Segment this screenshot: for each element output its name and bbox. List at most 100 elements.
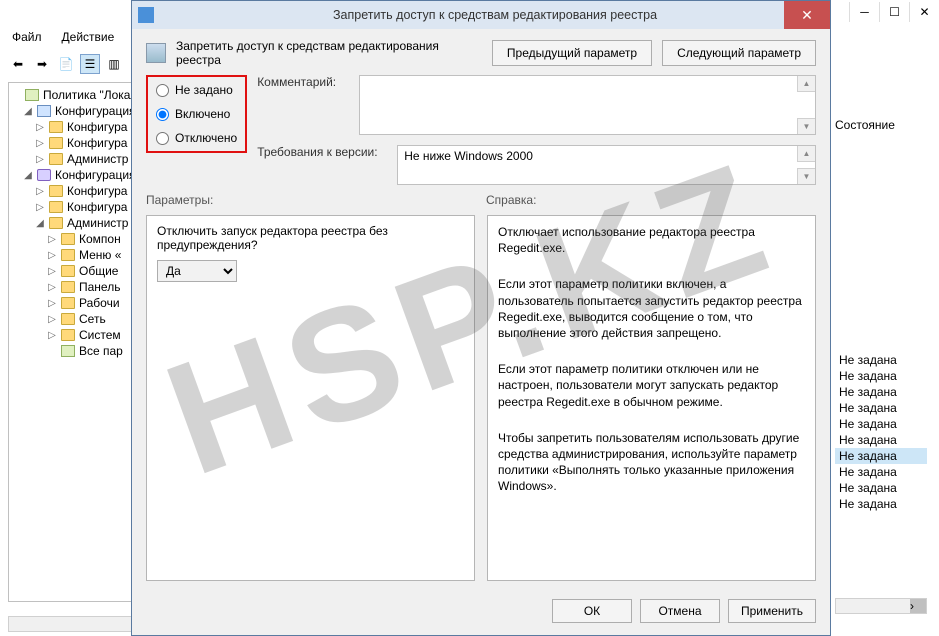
previous-button[interactable]: Предыдущий параметр (492, 40, 652, 66)
list-item[interactable]: Не задана (835, 464, 927, 480)
list-icon[interactable]: ☰ (80, 54, 100, 74)
horizontal-scrollbar[interactable]: › (835, 598, 927, 614)
minimize-icon[interactable]: ─ (849, 2, 879, 22)
folder-icon (61, 329, 75, 341)
tree-label: Общие (79, 264, 118, 278)
policy-icon (146, 43, 166, 63)
folder-icon (49, 121, 63, 133)
option-question: Отключить запуск редактора реестра без п… (157, 224, 464, 252)
list-item[interactable]: Не задана (835, 368, 927, 384)
close-icon[interactable]: ✕ (909, 2, 939, 22)
dialog-title: Запретить доступ к средствам редактирова… (160, 8, 830, 22)
tree-label: Конфигура (67, 136, 127, 150)
folder-icon (61, 281, 75, 293)
requirement-label: Требования к версии: (257, 145, 387, 159)
tree-label: Конфигура (67, 200, 127, 214)
next-button[interactable]: Следующий параметр (662, 40, 816, 66)
policy-icon (25, 89, 39, 101)
tree-label: Конфигурация (55, 168, 136, 182)
tree-label: Компон (79, 232, 121, 246)
radio-input[interactable] (156, 108, 169, 121)
folder-icon (49, 137, 63, 149)
folder-icon (61, 233, 75, 245)
radio-label: Отключено (175, 131, 237, 145)
radio-enabled[interactable]: Включено (156, 107, 237, 121)
scroll-up-icon[interactable]: ▲ (797, 76, 815, 92)
tree-label: Панель (79, 280, 120, 294)
tree-label: Меню « (79, 248, 121, 262)
tree-label: Все пар (79, 344, 123, 358)
cancel-button[interactable]: Отмена (640, 599, 720, 623)
menubar: Файл Действие (8, 28, 118, 46)
up-icon[interactable]: 📄 (56, 54, 76, 74)
tree-label: Конфигура (67, 184, 127, 198)
radio-label: Не задано (175, 83, 233, 97)
folder-icon (61, 313, 75, 325)
app-icon (138, 7, 154, 23)
scroll-down-icon[interactable]: ▼ (797, 118, 815, 134)
help-paragraph: Если этот параметр политики отключен или… (498, 361, 805, 410)
tree-label: Политика "Локал (43, 88, 137, 102)
list-item[interactable]: Не задана (835, 400, 927, 416)
requirement-box: Не ниже Windows 2000 ▲ ▼ (397, 145, 816, 185)
computer-icon (37, 105, 51, 117)
folder-icon (49, 201, 63, 213)
tree-label: Администр (67, 216, 128, 230)
folder-icon (49, 153, 63, 165)
folder-icon (61, 297, 75, 309)
options-panel: Отключить запуск редактора реестра без п… (146, 215, 475, 581)
toolbar: ⬅ ➡ 📄 ☰ ▥ (8, 50, 124, 78)
help-paragraph: Чтобы запретить пользователям использова… (498, 430, 805, 495)
folder-icon (61, 249, 75, 261)
list-item[interactable]: Не задана (835, 352, 927, 368)
radio-label: Включено (175, 107, 230, 121)
back-icon[interactable]: ⬅ (8, 54, 28, 74)
radio-input[interactable] (156, 132, 169, 145)
state-list: Не задана Не задана Не задана Не задана … (835, 352, 927, 512)
column-header-state[interactable]: Состояние (835, 118, 927, 132)
policy-name: Запретить доступ к средствам редактирова… (176, 39, 482, 67)
user-icon (37, 169, 51, 181)
requirement-value: Не ниже Windows 2000 (398, 146, 815, 166)
filter-icon[interactable]: ▥ (104, 54, 124, 74)
forward-icon[interactable]: ➡ (32, 54, 52, 74)
list-item[interactable]: Не задана (835, 496, 927, 512)
help-label: Справка: (486, 193, 816, 207)
radio-not-configured[interactable]: Не задано (156, 83, 237, 97)
menu-file[interactable]: Файл (8, 28, 46, 46)
menu-action[interactable]: Действие (58, 28, 119, 46)
state-radio-group: Не задано Включено Отключено (146, 75, 247, 153)
dialog-titlebar: Запретить доступ к средствам редактирова… (132, 1, 830, 29)
radio-input[interactable] (156, 84, 169, 97)
tree-label: Конфигурация (55, 104, 136, 118)
folder-icon (49, 217, 63, 229)
scroll-right-icon[interactable]: › (910, 599, 926, 613)
radio-disabled[interactable]: Отключено (156, 131, 237, 145)
tree-label: Систем (79, 328, 121, 342)
comment-label: Комментарий: (257, 75, 349, 89)
tree-label: Сеть (79, 312, 106, 326)
apply-button[interactable]: Применить (728, 599, 816, 623)
help-paragraph: Отключает использование редактора реестр… (498, 224, 805, 256)
close-button[interactable]: ✕ (784, 1, 830, 29)
comment-textarea[interactable]: ▲ ▼ (359, 75, 816, 135)
folder-icon (49, 185, 63, 197)
tree-label: Конфигура (67, 120, 127, 134)
list-item[interactable]: Не задана (835, 448, 927, 464)
maximize-icon[interactable]: ☐ (879, 2, 909, 22)
list-item[interactable]: Не задана (835, 384, 927, 400)
options-label: Параметры: (146, 193, 476, 207)
scroll-up-icon[interactable]: ▲ (797, 146, 815, 162)
scroll-down-icon[interactable]: ▼ (797, 168, 815, 184)
list-item[interactable]: Не задана (835, 416, 927, 432)
ok-button[interactable]: ОК (552, 599, 632, 623)
list-item[interactable]: Не задана (835, 432, 927, 448)
help-paragraph: Если этот параметр политики включен, а п… (498, 276, 805, 341)
help-panel: Отключает использование редактора реестр… (487, 215, 816, 581)
policy-dialog: Запретить доступ к средствам редактирова… (131, 0, 831, 636)
dialog-buttons: ОК Отмена Применить (132, 591, 830, 635)
parent-window-controls: ─ ☐ ✕ (829, 0, 939, 24)
option-select[interactable]: Да (157, 260, 237, 282)
tree-label: Рабочи (79, 296, 120, 310)
list-item[interactable]: Не задана (835, 480, 927, 496)
